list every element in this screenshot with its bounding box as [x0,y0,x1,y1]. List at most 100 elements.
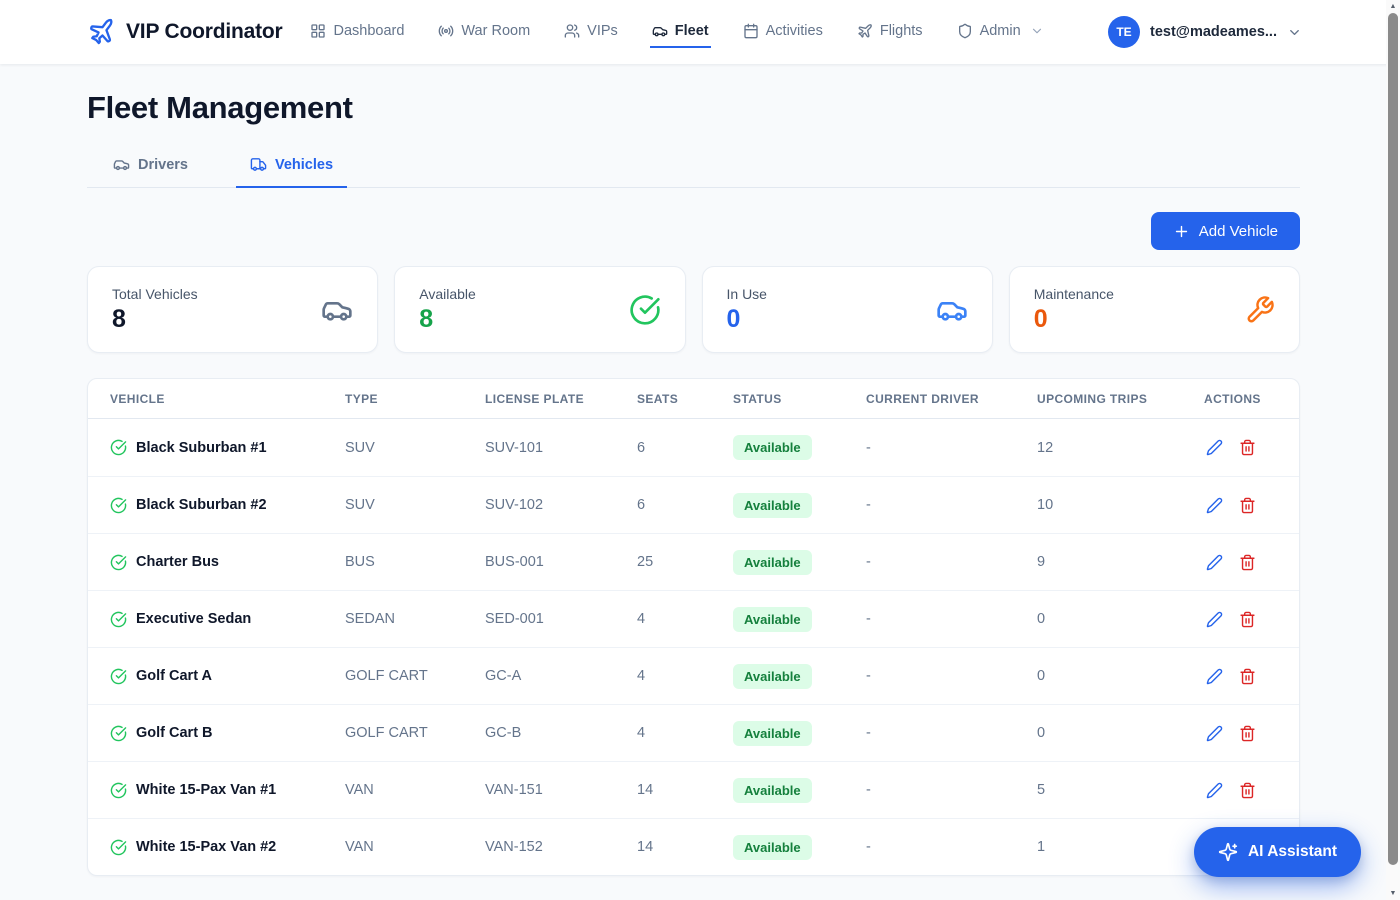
license-plate: VAN-152 [485,839,637,855]
tab-bar: Drivers Vehicles [87,156,1300,188]
seats: 6 [637,497,733,513]
delete-button[interactable] [1237,723,1258,744]
seats: 14 [637,839,733,855]
vehicle-name: Black Suburban #2 [136,497,267,513]
stat-label: In Use [727,286,968,302]
status-badge: Available [733,664,812,689]
tab-vehicles[interactable]: Vehicles [236,156,347,188]
edit-button[interactable] [1204,609,1225,630]
vehicle-type: SUV [345,440,485,456]
seats: 25 [637,554,733,570]
car-icon [936,294,968,326]
tab-label: Vehicles [275,157,333,173]
add-vehicle-button[interactable]: Add Vehicle [1151,212,1300,250]
stat-card-available: Available 8 [394,266,685,353]
column-header-type: Type [345,392,485,406]
edit-button[interactable] [1204,552,1225,573]
license-plate: SUV-101 [485,440,637,456]
edit-button[interactable] [1204,666,1225,687]
radio-icon [438,23,454,39]
ai-assistant-label: AI Assistant [1248,843,1337,861]
edit-button[interactable] [1204,437,1225,458]
status-badge: Available [733,835,812,860]
column-header-actions: Actions [1204,392,1277,406]
edit-button[interactable] [1204,723,1225,744]
tab-drivers[interactable]: Drivers [99,156,202,188]
current-driver: - [866,725,1037,741]
vehicles-table: Vehicle Type License Plate Seats Status … [87,378,1300,876]
nav-item-dashboard[interactable]: Dashboard [308,17,406,48]
upcoming-trips: 0 [1037,725,1204,741]
nav-item-activities[interactable]: Activities [741,17,825,48]
check-circle-icon [110,439,127,456]
users-icon [564,23,580,39]
nav-item-label: War Room [461,23,530,39]
vehicle-name: Black Suburban #1 [136,440,267,456]
plus-icon [1173,223,1190,240]
scroll-down-arrow[interactable]: ▼ [1386,890,1400,897]
column-header-vehicle: Vehicle [110,392,345,406]
edit-button[interactable] [1204,780,1225,801]
edit-button[interactable] [1204,495,1225,516]
car-icon [113,156,130,173]
nav-item-war-room[interactable]: War Room [436,17,532,48]
scrollbar-thumb[interactable] [1388,13,1398,865]
chevron-down-icon [1287,25,1302,40]
current-driver: - [866,554,1037,570]
delete-button[interactable] [1237,552,1258,573]
license-plate: GC-B [485,725,637,741]
nav-item-admin[interactable]: Admin [955,17,1046,48]
table-header: Vehicle Type License Plate Seats Status … [88,379,1299,419]
delete-button[interactable] [1237,609,1258,630]
ai-assistant-button[interactable]: AI Assistant [1194,827,1361,877]
stat-label: Available [419,286,660,302]
delete-button[interactable] [1237,666,1258,687]
stat-value: 8 [419,305,660,334]
wrench-icon [1245,295,1275,325]
license-plate: BUS-001 [485,554,637,570]
check-circle-icon [110,497,127,514]
vehicle-name: White 15-Pax Van #1 [136,782,276,798]
toolbar: Add Vehicle [87,212,1300,250]
scroll-up-arrow[interactable]: ▲ [1386,3,1400,10]
table-body: Black Suburban #1 SUV SUV-101 6 Availabl… [88,419,1299,875]
seats: 4 [637,611,733,627]
avatar: TE [1108,16,1140,48]
seats: 6 [637,440,733,456]
status-badge: Available [733,778,812,803]
vehicle-name: Golf Cart B [136,725,213,741]
nav-item-fleet[interactable]: Fleet [650,17,711,48]
check-circle-icon [110,668,127,685]
table-row: White 15-Pax Van #1 VAN VAN-151 14 Avail… [88,761,1299,818]
car-icon [321,294,353,326]
delete-button[interactable] [1237,780,1258,801]
stat-card-maintenance: Maintenance 0 [1009,266,1300,353]
scrollbar[interactable]: ▲ ▼ [1386,0,1400,900]
status-badge: Available [733,493,812,518]
upcoming-trips: 5 [1037,782,1204,798]
navbar: VIP Coordinator Dashboard War Room VIPs … [0,0,1400,64]
main-content: Fleet Management Drivers Vehicles Add Ve… [87,90,1300,876]
nav-item-label: Dashboard [333,23,404,39]
vehicle-name: Executive Sedan [136,611,251,627]
stat-value: 8 [112,305,353,334]
stat-value: 0 [1034,305,1275,334]
license-plate: GC-A [485,668,637,684]
status-badge: Available [733,721,812,746]
nav-item-label: Flights [880,23,923,39]
table-row: Black Suburban #2 SUV SUV-102 6 Availabl… [88,476,1299,533]
delete-button[interactable] [1237,495,1258,516]
current-driver: - [866,839,1037,855]
seats: 4 [637,725,733,741]
column-header-current-driver: Current Driver [866,392,1037,406]
brand[interactable]: VIP Coordinator [88,18,282,46]
nav-item-flights[interactable]: Flights [855,17,925,48]
table-row: Golf Cart B GOLF CART GC-B 4 Available -… [88,704,1299,761]
vehicle-type: SEDAN [345,611,485,627]
delete-button[interactable] [1237,437,1258,458]
vehicle-type: BUS [345,554,485,570]
nav-item-vips[interactable]: VIPs [562,17,620,48]
truck-icon [250,156,267,173]
table-row: Executive Sedan SEDAN SED-001 4 Availabl… [88,590,1299,647]
user-menu[interactable]: TE test@madeames... [1108,16,1302,48]
